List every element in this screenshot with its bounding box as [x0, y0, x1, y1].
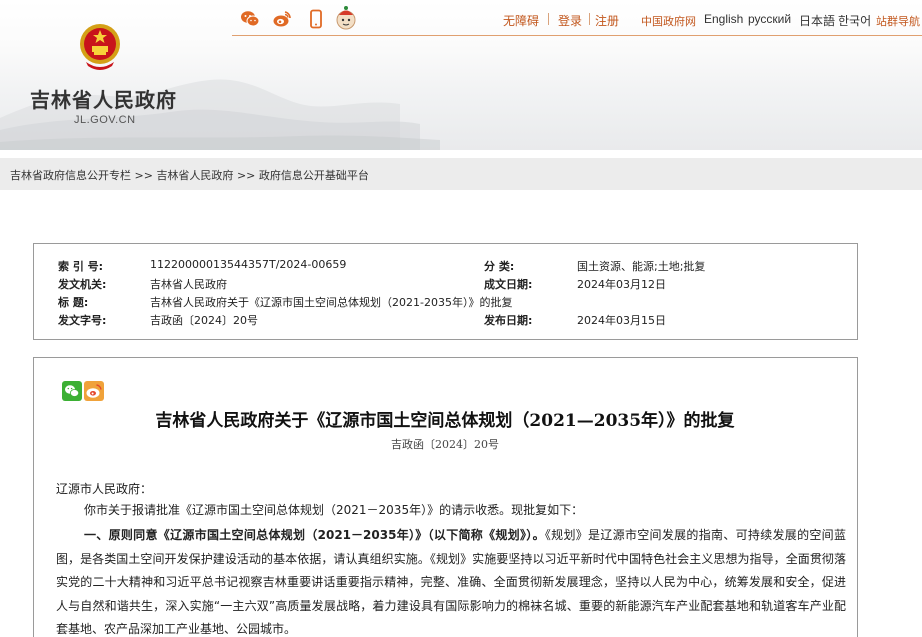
approval-text: 《规划》是辽源市空间发展的指南、可持续发展的空间蓝图，是各类国土空间开发保护建设… [56, 528, 846, 636]
korean-link[interactable]: 한국어 [838, 12, 871, 29]
breadcrumb-item-info-platform[interactable]: 政府信息公开基础平台 [259, 169, 369, 182]
breadcrumb-separator: >> [134, 169, 153, 182]
title-value: 吉林省人民政府关于《辽源市国土空间总体规划（2021-2035年）》的批复 [150, 296, 513, 309]
paragraph-intro: 你市关于报请批准《辽源市国土空间总体规划（2021－2035年）》的请示收悉。现… [84, 503, 584, 517]
japanese-link[interactable]: 日本語 [799, 12, 835, 29]
document-number-label: 发文字号: [58, 314, 107, 327]
written-date-value: 2024年03月12日 [577, 278, 666, 291]
publish-date-label: 发布日期: [484, 314, 533, 327]
national-emblem-logo [80, 24, 120, 70]
addressee: 辽源市人民政府： [56, 482, 153, 496]
wechat-icon[interactable] [240, 9, 260, 29]
written-date-label: 成文日期: [484, 278, 533, 291]
breadcrumb-separator: >> [236, 169, 256, 182]
issuing-authority-label: 发文机关: [58, 278, 107, 291]
site-header: 吉林省人民政府 JL.GOV.CN 无障碍 登录 注册 中国政府网 Englis… [0, 0, 922, 150]
breadcrumb-item-provincial-government[interactable]: 吉林省人民政府 [156, 169, 233, 182]
nav-separator [548, 13, 549, 25]
site-name[interactable]: 吉林省人民政府 [30, 84, 177, 113]
breadcrumb-item-info-column[interactable]: 吉林省政府信息公开专栏 [10, 169, 131, 182]
issuing-authority-value: 吉林省人民政府 [150, 278, 227, 291]
article-title: 吉林省人民政府关于《辽源市国土空间总体规划（2021—2035年）》的批复 [155, 411, 735, 431]
paragraph-approval: 一、原则同意《辽源市国土空间总体规划（2021－2035年）》（以下简称《规划》… [56, 524, 846, 637]
document-number-value: 吉政函〔2024〕20号 [150, 314, 258, 327]
wechat-share-icon[interactable] [62, 381, 82, 401]
breadcrumb: 吉林省政府信息公开专栏 >> 吉林省人民政府 >> 政府信息公开基础平台 [0, 158, 922, 190]
article-document-number: 吉政函〔2024〕20号 [391, 438, 499, 451]
weibo-share-icon[interactable] [84, 381, 104, 401]
approval-heading: 一、原则同意《辽源市国土空间总体规划（2021－2035年）》（以下简称《规划》… [84, 528, 545, 542]
register-link[interactable]: 注册 [595, 12, 619, 29]
central-government-link[interactable]: 中国政府网 [641, 13, 696, 29]
russian-link[interactable]: русский [748, 12, 791, 26]
title-label: 标 题: [58, 296, 89, 309]
publish-date-value: 2024年03月15日 [577, 314, 666, 327]
weibo-icon[interactable] [272, 9, 292, 29]
accessibility-link[interactable]: 无障碍 [503, 12, 539, 29]
index-number-label: 索 引 号: [58, 260, 104, 273]
ally-sites-link[interactable]: 站群导航 [876, 13, 920, 29]
english-link[interactable]: English [704, 12, 743, 26]
category-label: 分 类: [484, 260, 515, 273]
robot-assistant-icon[interactable] [334, 4, 358, 32]
nav-separator [589, 13, 590, 25]
index-number-value: 11220000013544357T/2024-00659 [150, 258, 347, 271]
mobile-icon[interactable] [306, 9, 326, 29]
site-domain: JL.GOV.CN [74, 114, 136, 126]
login-link[interactable]: 登录 [558, 12, 582, 29]
breadcrumb-trail: 吉林省政府信息公开专栏 >> 吉林省人民政府 >> 政府信息公开基础平台 [10, 167, 369, 183]
category-value: 国土资源、能源;土地;批复 [577, 260, 706, 273]
